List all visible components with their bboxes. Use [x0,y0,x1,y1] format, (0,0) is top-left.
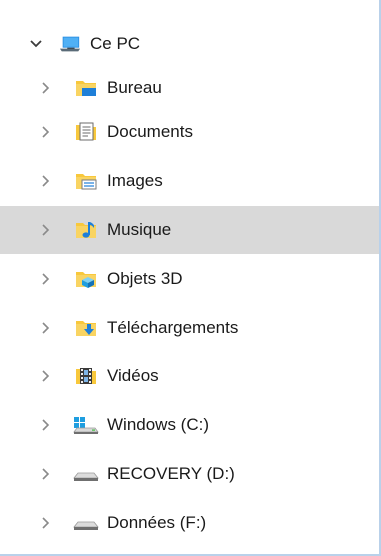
desktop-folder-icon [75,78,97,98]
downloads-folder-icon [75,318,97,338]
videos-folder-icon [75,366,97,386]
tree-item-label: Téléchargements [107,318,239,337]
tree-item-label: Objets 3D [107,269,183,288]
tree-item-musique[interactable]: Musique [0,206,379,254]
tree-item-label: Windows (C:) [107,415,210,434]
tree-item-videos[interactable]: Vidéos [0,352,379,400]
tree-item-label: RECOVERY (D:) [107,464,235,483]
tree-item-label: Bureau [107,78,162,97]
chevron-right-icon[interactable] [36,366,56,386]
tree-item-label: Documents [107,122,193,141]
tree-item-label: Images [107,171,163,190]
music-folder-icon [75,220,97,240]
pictures-folder-icon [75,171,97,191]
chevron-right-icon[interactable] [36,122,56,142]
chevron-right-icon[interactable] [36,318,56,338]
drive-icon [73,513,99,533]
navigation-pane: Ce PC Bureau Documents Images Musique Ob… [0,0,381,556]
tree-item-recovery-d[interactable]: RECOVERY (D:) [0,450,379,498]
tree-item-windows-c[interactable]: Windows (C:) [0,401,379,449]
drive-icon [73,464,99,484]
tree-item-telechargements[interactable]: Téléchargements [0,304,379,352]
tree-item-label: Données (F:) [107,513,207,532]
computer-icon [59,34,81,54]
3d-objects-folder-icon [75,269,97,289]
chevron-down-icon[interactable] [26,34,46,54]
tree-item-label: Ce PC [90,34,141,53]
chevron-right-icon[interactable] [36,464,56,484]
tree-item-ce-pc[interactable]: Ce PC [0,20,379,68]
tree-item-documents[interactable]: Documents [0,108,379,156]
chevron-right-icon[interactable] [36,220,56,240]
chevron-right-icon[interactable] [36,513,56,533]
chevron-right-icon[interactable] [36,415,56,435]
tree-item-bureau[interactable]: Bureau [0,64,379,112]
chevron-right-icon[interactable] [36,269,56,289]
tree-item-label: Vidéos [107,366,159,385]
tree-item-objets-3d[interactable]: Objets 3D [0,255,379,303]
tree-item-donnees-f[interactable]: Données (F:) [0,499,379,547]
tree-item-label: Musique [107,220,172,239]
windows-drive-icon [73,415,99,435]
tree-item-images[interactable]: Images [0,157,379,205]
chevron-right-icon[interactable] [36,78,56,98]
chevron-right-icon[interactable] [36,171,56,191]
documents-folder-icon [75,122,97,142]
